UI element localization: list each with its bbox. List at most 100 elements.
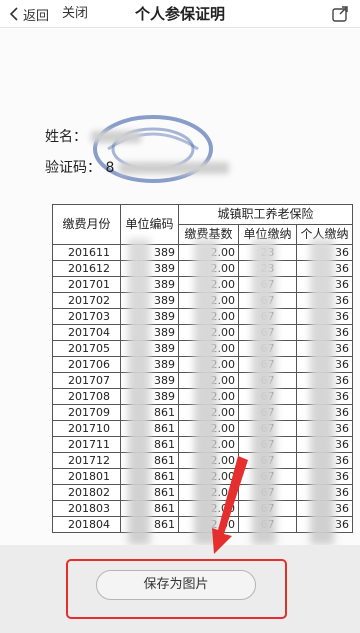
official-seal-watermark — [93, 115, 213, 183]
cell-month: 201712 — [52, 452, 121, 469]
cell-personal-contribution: 36 — [296, 356, 353, 373]
cell-unit-contribution: 67 — [238, 436, 297, 453]
cell-unit-contribution: 67 — [238, 324, 297, 341]
chevron-left-icon — [9, 7, 18, 21]
cell-unit-code: 389 — [120, 244, 179, 261]
cell-base: 2.00 — [178, 516, 239, 533]
code-row: 验证码： 8 — [45, 157, 229, 177]
header-pension-group: 城镇职工养老保险 — [178, 204, 353, 225]
cell-base: 2.00 — [178, 292, 239, 309]
table-row: 201711 861 2.00 67 36 — [52, 436, 353, 453]
cell-unit-contribution: 23 — [238, 244, 297, 261]
cell-month: 201801 — [52, 468, 121, 485]
code-prefix: 8 — [105, 160, 115, 176]
cell-unit-contribution: 67 — [238, 484, 297, 501]
cell-unit-code: 389 — [120, 260, 179, 277]
cell-base: 2.00 — [178, 404, 239, 421]
header-month: 缴费月份 — [52, 204, 121, 245]
cell-unit-code: 861 — [120, 404, 179, 421]
cell-unit-contribution: 67 — [238, 452, 297, 469]
cell-unit-code: 861 — [120, 484, 179, 501]
cell-personal-contribution: 36 — [296, 308, 353, 325]
cell-personal-contribution: 36 — [296, 452, 353, 469]
cell-base: 2.00 — [178, 356, 239, 373]
cell-base: 2.00 — [178, 452, 239, 469]
table-row: 201709 861 2.00 67 36 — [52, 404, 353, 421]
save-as-image-button[interactable]: 保存为图片 — [96, 570, 256, 600]
cell-personal-contribution: 36 — [296, 404, 353, 421]
cell-unit-contribution: 67 — [238, 372, 297, 389]
cell-base: 2.00 — [178, 244, 239, 261]
cell-month: 201707 — [52, 372, 121, 389]
table-row: 201702 389 2.00 67 36 — [52, 292, 353, 309]
header-unit-contribution: 单位缴纳 — [238, 224, 297, 245]
cell-unit-code: 861 — [120, 420, 179, 437]
cell-base: 2.00 — [178, 372, 239, 389]
page-title: 个人参保证明 — [134, 5, 225, 23]
cell-unit-code: 861 — [120, 436, 179, 453]
cell-month: 201704 — [52, 324, 121, 341]
cell-unit-contribution: 67 — [238, 340, 297, 357]
code-value-redacted — [118, 162, 229, 174]
cell-unit-code: 389 — [120, 276, 179, 293]
table-row: 201708 389 2.00 67 36 — [52, 388, 353, 405]
cell-unit-contribution: 67 — [238, 356, 297, 373]
cell-personal-contribution: 36 — [296, 244, 353, 261]
cell-personal-contribution: 36 — [296, 420, 353, 437]
cell-personal-contribution: 36 — [296, 484, 353, 501]
table-row: 201611 389 2.00 23 36 — [52, 244, 353, 261]
cell-base: 2.00 — [178, 468, 239, 485]
cell-personal-contribution: 36 — [296, 292, 353, 309]
nav-bar: 返回 关闭 个人参保证明 — [0, 0, 360, 28]
cell-unit-contribution: 67 — [238, 404, 297, 421]
cell-personal-contribution: 36 — [296, 372, 353, 389]
cell-unit-code: 389 — [120, 340, 179, 357]
cell-personal-contribution: 36 — [296, 260, 353, 277]
cell-personal-contribution: 36 — [296, 388, 353, 405]
table-row: 201612 389 2.00 23 36 — [52, 260, 353, 277]
cell-base: 2.00 — [178, 340, 239, 357]
cell-base: 2.00 — [178, 484, 239, 501]
cell-personal-contribution: 36 — [296, 436, 353, 453]
table-row: 201801 861 2.00 67 36 — [52, 468, 353, 485]
cell-unit-code: 861 — [120, 516, 179, 533]
cell-month: 201709 — [52, 404, 121, 421]
code-label: 验证码： — [45, 160, 101, 176]
share-icon[interactable] — [330, 4, 350, 24]
name-row: 姓名： — [45, 126, 142, 146]
cell-base: 2.00 — [178, 276, 239, 293]
cell-month: 201710 — [52, 420, 121, 437]
table-row: 201703 389 2.00 67 36 — [52, 308, 353, 325]
table-row: 201705 389 2.00 67 36 — [52, 340, 353, 357]
close-button[interactable]: 关闭 — [62, 3, 88, 25]
table-row: 201704 389 2.00 67 36 — [52, 324, 353, 341]
cell-unit-contribution: 67 — [238, 468, 297, 485]
certificate-document: 姓名： 验证码： 8 缴费月份 单位编码 城镇职工养老保险 缴费基数 单位缴纳 … — [0, 29, 360, 545]
cell-unit-code: 389 — [120, 356, 179, 373]
cell-month: 201705 — [52, 340, 121, 357]
cell-unit-code: 389 — [120, 388, 179, 405]
cell-personal-contribution: 36 — [296, 468, 353, 485]
cell-unit-contribution: 67 — [238, 292, 297, 309]
name-label: 姓名： — [45, 129, 87, 145]
cell-unit-contribution: 67 — [238, 308, 297, 325]
cell-month: 201803 — [52, 500, 121, 517]
cell-unit-contribution: 67 — [238, 420, 297, 437]
table-row: 201802 861 2.00 67 36 — [52, 484, 353, 501]
table-row: 201710 861 2.00 67 36 — [52, 420, 353, 437]
cell-month: 201706 — [52, 356, 121, 373]
back-button[interactable]: 返回 — [8, 3, 49, 25]
cell-personal-contribution: 36 — [296, 324, 353, 341]
cell-unit-code: 861 — [120, 500, 179, 517]
cell-month: 201711 — [52, 436, 121, 453]
back-label: 返回 — [23, 8, 50, 24]
cell-month: 201701 — [52, 276, 121, 293]
cell-month: 201708 — [52, 388, 121, 405]
cell-month: 201802 — [52, 484, 121, 501]
cell-base: 2.00 — [178, 324, 239, 341]
header-base: 缴费基数 — [178, 224, 239, 245]
cell-base: 2.00 — [178, 388, 239, 405]
cell-base: 2.00 — [178, 308, 239, 325]
table-row: 201706 389 2.00 67 36 — [52, 356, 353, 373]
cell-personal-contribution: 36 — [296, 500, 353, 517]
